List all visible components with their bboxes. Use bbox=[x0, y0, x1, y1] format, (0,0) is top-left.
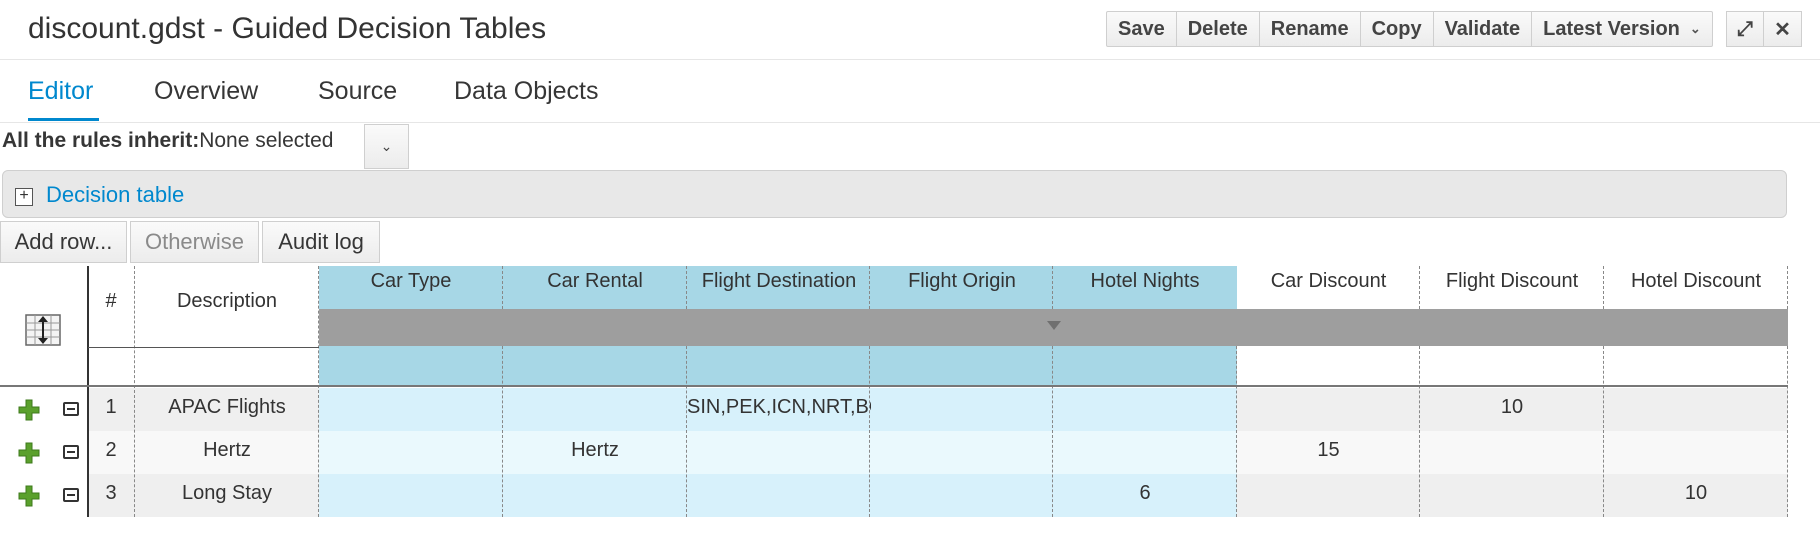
save-button[interactable]: Save bbox=[1106, 11, 1177, 47]
grid-divider bbox=[1052, 346, 1053, 517]
rename-button[interactable]: Rename bbox=[1259, 11, 1361, 47]
decision-table-panel[interactable]: + Decision table bbox=[2, 170, 1787, 218]
grid-divider bbox=[1603, 266, 1604, 309]
row-number: 2 bbox=[105, 439, 117, 461]
add-row-button[interactable]: Add row... bbox=[0, 221, 127, 263]
col-header-car-type[interactable]: Car Type bbox=[319, 270, 503, 293]
add-row-icon[interactable] bbox=[17, 441, 41, 465]
copy-button[interactable]: Copy bbox=[1360, 11, 1434, 47]
cell-car-rental[interactable]: Hertz bbox=[503, 439, 687, 462]
delete-row-icon[interactable] bbox=[63, 488, 79, 502]
grid-divider bbox=[502, 266, 503, 309]
grid-divider bbox=[88, 347, 319, 348]
grid-divider bbox=[0, 385, 1788, 387]
cell-flight-destination[interactable]: SIN,PEK,ICN,NRT,BO bbox=[687, 396, 871, 419]
expand-plus-icon[interactable]: + bbox=[15, 188, 33, 206]
col-header-number: # bbox=[105, 290, 117, 312]
col-header-flight-origin[interactable]: Flight Origin bbox=[870, 270, 1054, 293]
page-title: discount.gdst - Guided Decision Tables bbox=[28, 12, 547, 45]
cell-hotel-nights[interactable]: 6 bbox=[1053, 482, 1237, 505]
grid-divider bbox=[87, 266, 89, 517]
editor-header: discount.gdst - Guided Decision Tables S… bbox=[0, 0, 1820, 60]
grid-divider bbox=[318, 266, 319, 517]
delete-row-icon[interactable] bbox=[63, 402, 79, 416]
editor-tabs: Editor Overview Source Data Objects bbox=[0, 60, 1820, 123]
audit-log-button[interactable]: Audit log bbox=[262, 221, 380, 263]
tab-editor[interactable]: Editor bbox=[28, 77, 93, 106]
delete-row-icon[interactable] bbox=[63, 445, 79, 459]
col-header-flight-destination[interactable]: Flight Destination bbox=[687, 270, 871, 293]
triangle-down-icon bbox=[1047, 321, 1061, 330]
tab-data-objects[interactable]: Data Objects bbox=[454, 77, 599, 106]
col-header-car-discount[interactable]: Car Discount bbox=[1237, 270, 1420, 293]
cell-hotel-discount[interactable]: 10 bbox=[1604, 482, 1788, 505]
cell-description[interactable]: Hertz bbox=[135, 439, 319, 462]
col-header-hotel-nights[interactable]: Hotel Nights bbox=[1053, 270, 1237, 293]
grid-divider bbox=[686, 266, 687, 309]
inherit-selector: All the rules inherit:None selected bbox=[2, 129, 333, 153]
inherit-dropdown-button[interactable]: ⌄ bbox=[364, 124, 409, 169]
chevron-down-icon: ⌄ bbox=[1689, 21, 1701, 36]
cell-description[interactable]: Long Stay bbox=[135, 482, 319, 505]
chevron-down-icon: ⌄ bbox=[380, 138, 393, 154]
editor-toolbar: Save Delete Rename Copy Validate Latest … bbox=[1106, 11, 1713, 47]
expand-icon: ⤢ bbox=[1737, 17, 1753, 40]
grid-divider bbox=[1787, 346, 1788, 517]
grid-divider bbox=[686, 346, 687, 517]
row-number: 3 bbox=[105, 482, 117, 504]
close-button[interactable]: ✕ bbox=[1764, 11, 1802, 47]
window-controls: ⤢ ✕ bbox=[1726, 11, 1802, 47]
grid-divider bbox=[1052, 266, 1053, 309]
grid-divider bbox=[134, 266, 135, 517]
col-header-description[interactable]: Description bbox=[135, 290, 319, 313]
version-dropdown[interactable]: Latest Version ⌄ bbox=[1532, 11, 1713, 47]
validate-button[interactable]: Validate bbox=[1433, 11, 1533, 47]
add-row-icon[interactable] bbox=[17, 398, 41, 422]
col-header-hotel-discount[interactable]: Hotel Discount bbox=[1604, 270, 1788, 293]
inherit-value: None selected bbox=[199, 129, 334, 152]
panel-title[interactable]: Decision table bbox=[46, 182, 184, 208]
grid-divider bbox=[869, 346, 870, 517]
decision-grid: # Description Car Type Car Rental Flight… bbox=[0, 266, 1788, 522]
maximize-button[interactable]: ⤢ bbox=[1726, 11, 1764, 47]
version-label: Latest Version bbox=[1543, 17, 1680, 40]
add-row-icon[interactable] bbox=[17, 484, 41, 508]
col-header-car-rental[interactable]: Car Rental bbox=[503, 270, 687, 293]
grid-divider bbox=[1419, 266, 1420, 309]
grid-divider bbox=[502, 346, 503, 517]
cell-description[interactable]: APAC Flights bbox=[135, 396, 319, 419]
grid-divider bbox=[1236, 346, 1237, 517]
delete-button[interactable]: Delete bbox=[1176, 11, 1260, 47]
grid-divider bbox=[1603, 346, 1604, 517]
inherit-label: All the rules inherit: bbox=[2, 129, 200, 152]
table-row[interactable]: 2 Hertz Hertz 15 bbox=[0, 431, 1788, 474]
active-tab-indicator bbox=[28, 118, 99, 121]
column-resize-icon[interactable] bbox=[24, 311, 62, 349]
cell-flight-discount[interactable]: 10 bbox=[1420, 396, 1604, 419]
grid-divider bbox=[1787, 266, 1788, 309]
tab-overview[interactable]: Overview bbox=[154, 77, 258, 106]
row-number: 1 bbox=[105, 396, 117, 418]
table-row[interactable]: 1 APAC Flights SIN,PEK,ICN,NRT,BO 10 bbox=[0, 388, 1788, 431]
close-icon: ✕ bbox=[1774, 18, 1791, 41]
grid-divider bbox=[869, 266, 870, 309]
table-row[interactable]: 3 Long Stay 6 10 bbox=[0, 474, 1788, 517]
col-header-flight-discount[interactable]: Flight Discount bbox=[1420, 270, 1604, 293]
tab-source[interactable]: Source bbox=[318, 77, 397, 106]
cell-car-discount[interactable]: 15 bbox=[1237, 439, 1420, 462]
otherwise-button[interactable]: Otherwise bbox=[130, 221, 259, 263]
condition-subheader-band bbox=[319, 346, 1237, 385]
grid-divider bbox=[1419, 346, 1420, 517]
